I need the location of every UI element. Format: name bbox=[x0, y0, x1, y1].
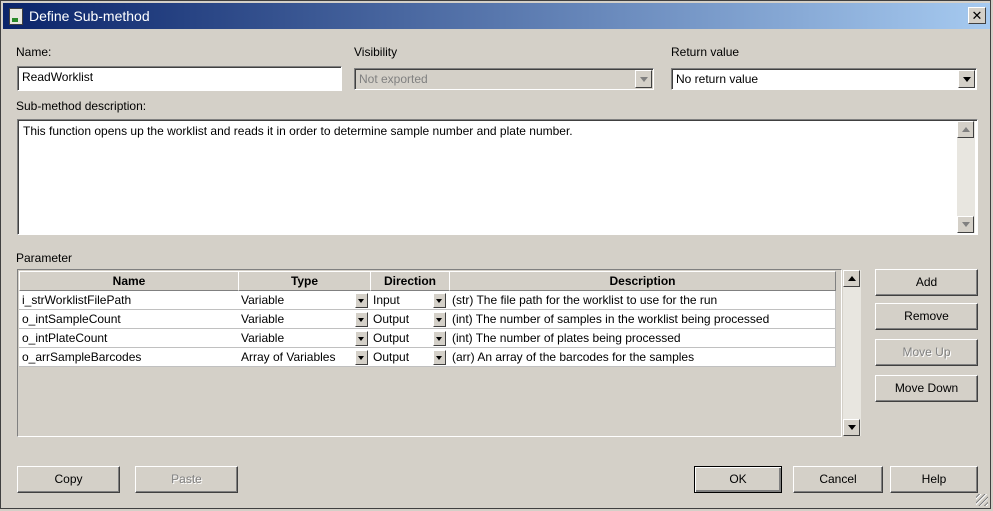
column-header-type[interactable]: Type bbox=[238, 271, 371, 291]
description-scrollbar[interactable] bbox=[957, 121, 975, 233]
move-up-button[interactable]: Move Up bbox=[875, 339, 978, 366]
direction-dropdown-icon[interactable] bbox=[433, 350, 446, 365]
scroll-up-icon[interactable] bbox=[957, 121, 974, 138]
table-cell-type[interactable]: Variable bbox=[238, 291, 371, 310]
copy-button[interactable]: Copy bbox=[17, 466, 120, 493]
table-cell-type[interactable]: Array of Variables bbox=[238, 348, 371, 367]
column-header-name[interactable]: Name bbox=[19, 271, 239, 291]
direction-value: Output bbox=[373, 331, 410, 345]
return-value-select[interactable]: No return value bbox=[671, 68, 977, 90]
direction-value: Output bbox=[373, 350, 410, 364]
name-input[interactable]: ReadWorklist bbox=[17, 66, 342, 91]
table-cell-description[interactable]: (arr) An array of the barcodes for the s… bbox=[449, 348, 836, 367]
direction-dropdown-icon[interactable] bbox=[433, 293, 446, 308]
remove-button[interactable]: Remove bbox=[875, 303, 978, 330]
table-cell-name[interactable]: o_arrSampleBarcodes bbox=[19, 348, 239, 367]
direction-value: Input bbox=[373, 293, 400, 307]
type-dropdown-icon[interactable] bbox=[355, 312, 368, 327]
description-label: Sub-method description: bbox=[16, 99, 147, 113]
table-cell-description[interactable]: (int) The number of samples in the workl… bbox=[449, 310, 836, 329]
type-dropdown-icon[interactable] bbox=[355, 331, 368, 346]
return-value-label: Return value bbox=[671, 45, 740, 59]
column-header-direction[interactable]: Direction bbox=[370, 271, 450, 291]
table-cell-description[interactable]: (int) The number of plates being process… bbox=[449, 329, 836, 348]
type-value: Array of Variables bbox=[241, 350, 336, 364]
title-bar[interactable]: Define Sub-method ✕ bbox=[3, 3, 990, 29]
paste-button[interactable]: Paste bbox=[135, 466, 238, 493]
parameter-label: Parameter bbox=[16, 251, 73, 265]
cancel-button[interactable]: Cancel bbox=[793, 466, 883, 493]
add-button[interactable]: Add bbox=[875, 269, 978, 296]
table-cell-type[interactable]: Variable bbox=[238, 310, 371, 329]
direction-dropdown-icon[interactable] bbox=[433, 312, 446, 327]
resize-grip-icon[interactable] bbox=[976, 494, 988, 506]
visibility-dropdown-icon bbox=[635, 70, 652, 88]
type-value: Variable bbox=[241, 293, 285, 307]
type-value: Variable bbox=[241, 312, 285, 326]
close-button[interactable]: ✕ bbox=[968, 7, 986, 24]
app-icon bbox=[9, 8, 23, 25]
scroll-up-icon[interactable] bbox=[843, 270, 860, 287]
move-down-button[interactable]: Move Down bbox=[875, 375, 978, 402]
name-label: Name: bbox=[16, 45, 52, 59]
parameter-table[interactable]: Name Type Direction Description i_strWor… bbox=[17, 269, 842, 437]
help-button[interactable]: Help bbox=[890, 466, 978, 493]
column-header-description[interactable]: Description bbox=[449, 271, 836, 291]
visibility-select: Not exported bbox=[354, 68, 654, 90]
table-cell-name[interactable]: o_intSampleCount bbox=[19, 310, 239, 329]
description-text: This function opens up the worklist and … bbox=[23, 124, 573, 138]
visibility-value: Not exported bbox=[359, 72, 428, 86]
dialog-window: Define Sub-method ✕ Name: Visibility Ret… bbox=[0, 0, 991, 509]
type-value: Variable bbox=[241, 331, 285, 345]
table-cell-name[interactable]: o_intPlateCount bbox=[19, 329, 239, 348]
window-title: Define Sub-method bbox=[29, 8, 150, 24]
table-cell-description[interactable]: (str) The file path for the worklist to … bbox=[449, 291, 836, 310]
parameter-scrollbar[interactable] bbox=[843, 270, 861, 436]
return-value-value: No return value bbox=[676, 72, 759, 86]
return-value-dropdown-icon[interactable] bbox=[958, 70, 975, 88]
table-cell-type[interactable]: Variable bbox=[238, 329, 371, 348]
type-dropdown-icon[interactable] bbox=[355, 293, 368, 308]
table-cell-name[interactable]: i_strWorklistFilePath bbox=[19, 291, 239, 310]
scroll-down-icon[interactable] bbox=[957, 216, 974, 233]
type-dropdown-icon[interactable] bbox=[355, 350, 368, 365]
visibility-label: Visibility bbox=[354, 45, 398, 59]
scroll-down-icon[interactable] bbox=[843, 419, 860, 436]
ok-button[interactable]: OK bbox=[694, 466, 782, 493]
description-textarea[interactable]: This function opens up the worklist and … bbox=[17, 119, 978, 235]
direction-value: Output bbox=[373, 312, 410, 326]
direction-dropdown-icon[interactable] bbox=[433, 331, 446, 346]
